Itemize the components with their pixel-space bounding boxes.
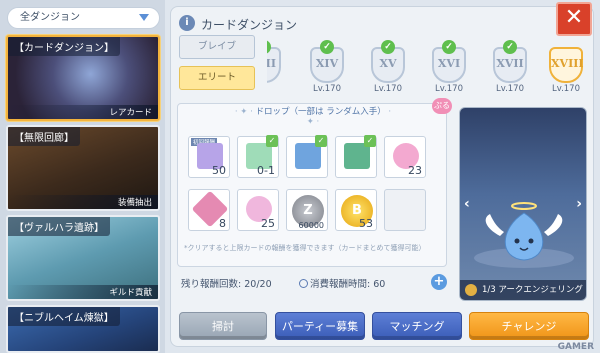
watermark: GAMER [557,342,594,352]
level-requirement: Lv.170 [312,84,342,94]
drop-item[interactable]: B 53 [335,189,377,231]
level-shield: ✓ XIII [267,40,281,83]
dungeon-card-tag: レアカード [8,105,158,119]
reward-stats: 残り報酬回数: 20/20 消費報酬時間: 60 + [177,273,447,293]
info-icon[interactable]: i [179,15,195,31]
challenge-button[interactable]: チャレンジ [469,312,589,340]
dungeon-card-title: 【無限回廊】 [8,127,80,146]
check-icon: ✓ [320,40,334,54]
drop-item[interactable]: Z 60000 [286,189,328,231]
chevron-down-icon [139,14,149,21]
level-item[interactable]: ✓ XIV Lv.170 [302,39,352,101]
item-quantity: 23 [408,164,422,177]
check-icon: ✓ [381,40,395,54]
clock-icon [299,279,308,288]
level-numeral: XVIII [551,57,584,70]
dungeon-card-title: 【ニブルヘイム煉獄】 [8,307,120,326]
check-icon: ✓ [315,135,327,147]
dungeon-card-title: 【カードダンジョン】 [8,37,120,56]
item-quantity: 60000 [298,221,324,230]
drop-item[interactable]: ✓ [335,135,377,178]
item-quantity: 53 [359,217,373,230]
dungeon-filter-label: 全ダンジョン [20,12,80,23]
drop-item[interactable]: 8 [188,189,230,231]
dungeon-card-valhalla-ruins[interactable]: 【ヴァルハラ遺跡】 ギルド貢献 [6,215,160,301]
check-icon: ✓ [266,135,278,147]
tab-brave[interactable]: ブレイブ [179,35,255,59]
level-shield: XVIII [549,47,584,83]
drop-note: *クリアすると上限カードの報酬を獲得できます（カードまとめて獲得可能） [184,244,426,252]
level-item-current[interactable]: XVIII Lv.170 [541,39,589,101]
drop-badge: ぷる [432,98,452,114]
drop-item[interactable]: ✓ [286,135,328,178]
item-quantity: 25 [261,217,275,230]
item-quantity: 0-1 [257,164,275,177]
preview-caption: 1/3 アークエンジェリング [460,280,586,300]
drop-item-empty [384,189,426,231]
level-item[interactable]: ✓ XIII [267,39,289,101]
drop-item[interactable]: 初回報酬 50 [188,136,230,178]
add-time-button[interactable]: + [431,274,447,290]
dungeon-card-tag: 装備抽出 [8,195,158,209]
level-numeral: XVI [437,57,461,70]
tab-elite[interactable]: エリート [179,66,255,90]
dungeon-card-endless-corridor[interactable]: 【無限回廊】 装備抽出 [6,125,160,211]
level-numeral: XVII [496,57,524,70]
level-item[interactable]: ✓ XVII Lv.170 [485,39,535,101]
matching-button[interactable]: マッチング [372,312,462,340]
dungeon-detail-panel: i カードダンジョン ブレイブ エリート ✓ XIII ✓ XIV Lv.170… [170,6,594,347]
level-item[interactable]: ✓ XV Lv.170 [363,39,413,101]
item-quantity: 50 [212,164,226,177]
dungeon-card-niflheim-purgatory[interactable]: 【ニブルヘイム煉獄】 [6,305,160,353]
remaining-rewards: 残り報酬回数: 20/20 [181,279,272,290]
check-icon: ✓ [442,40,456,54]
party-recruit-button[interactable]: パーティー募集 [275,312,365,340]
close-button[interactable]: ✕ [556,2,592,36]
dungeon-card-card-dungeon[interactable]: 【カードダンジョン】 レアカード [6,35,160,121]
check-icon: ✓ [267,40,271,54]
level-requirement: Lv.170 [495,84,525,94]
card-preview: ‹ › 1/3 アークエンジェリング [459,107,587,301]
level-shield: ✓ XVI [432,40,466,83]
item-quantity: 8 [219,217,226,230]
level-shield: ✓ XV [371,40,405,83]
chevron-left-icon[interactable]: ‹ [464,196,470,212]
reward-time: 消費報酬時間: 60 [299,276,385,290]
level-shield: ✓ XVII [493,40,527,83]
dungeon-sidebar: 全ダンジョン 【カードダンジョン】 レアカード 【無限回廊】 装備抽出 【ヴァル… [0,0,165,353]
level-numeral: XIII [267,57,276,70]
medal-icon [465,284,477,296]
chevron-right-icon[interactable]: › [576,196,582,212]
panel-header: i カードダンジョン [179,13,539,35]
level-shield: ✓ XIV [310,40,344,83]
level-numeral: XIV [315,57,339,70]
page-title: カードダンジョン [201,18,298,32]
monster-illustration [474,202,574,268]
check-icon: ✓ [364,135,376,147]
dungeon-card-title: 【ヴァルハラ遺跡】 [8,217,110,236]
drop-rewards-box: · ✦ · ドロップ（一部は ランダム入手） · ✦ · ぷる 初回報酬 50 … [177,98,452,267]
level-requirement: Lv.170 [551,84,581,94]
sweep-button[interactable]: 掃討 [179,312,267,340]
drop-item[interactable]: 25 [237,189,279,231]
level-numeral: XV [379,57,397,70]
check-icon: ✓ [503,40,517,54]
level-requirement: Lv.170 [373,84,403,94]
drop-item[interactable]: ✓ 0-1 [237,135,279,178]
action-bar: 掃討 パーティー募集 マッチング チャレンジ [179,312,591,342]
drop-item[interactable]: 23 [384,136,426,178]
drop-title: · ✦ · ドロップ（一部は ランダム入手） · ✦ · [234,107,392,127]
level-item[interactable]: ✓ XVI Lv.170 [424,39,474,101]
difficulty-tabs: ブレイブ エリート [179,35,261,97]
level-requirement: Lv.170 [434,84,464,94]
dungeon-filter-dropdown[interactable]: 全ダンジョン [7,7,160,29]
dungeon-card-tag: ギルド貢献 [8,285,158,299]
level-selector: ✓ XIII ✓ XIV Lv.170 ✓ XV Lv.170 ✓ XVI Lv [267,35,589,105]
